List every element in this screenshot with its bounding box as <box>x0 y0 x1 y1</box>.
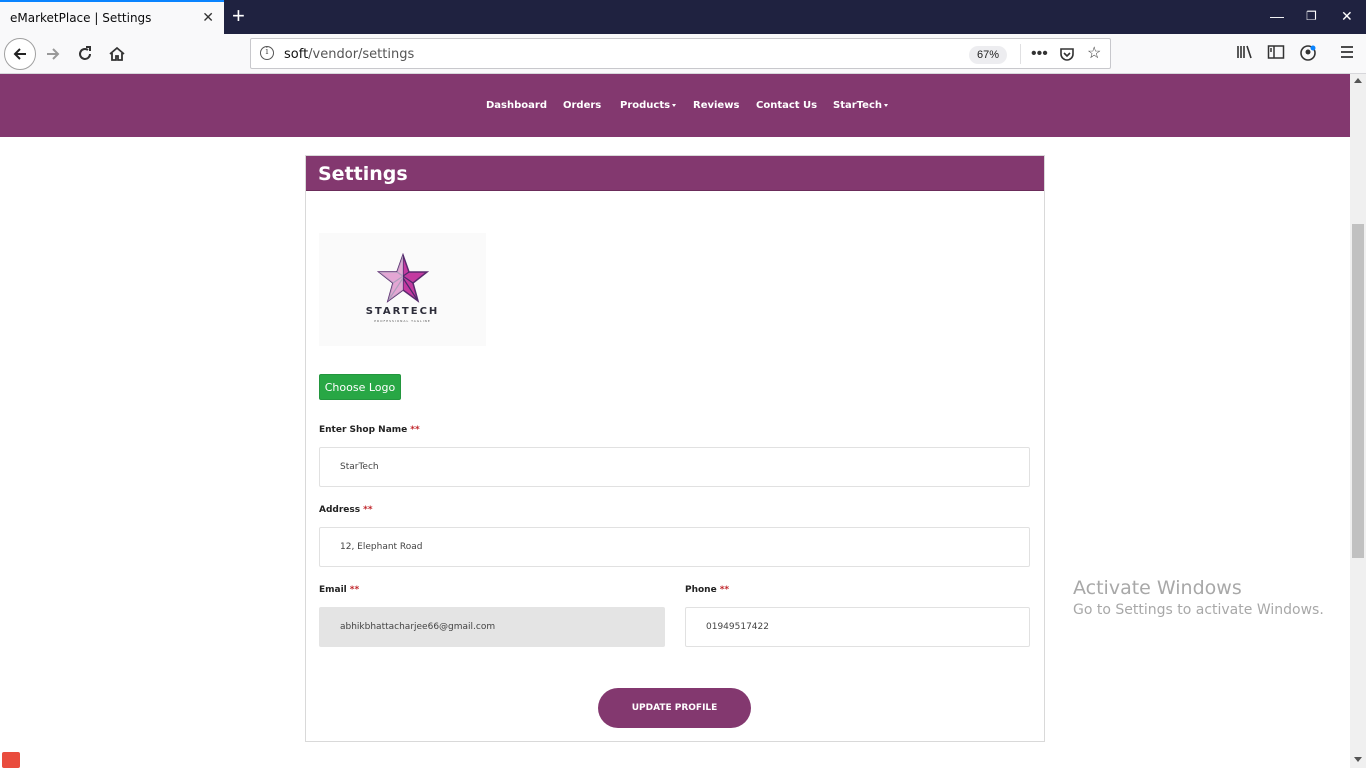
menu-icon[interactable] <box>1339 44 1355 65</box>
email-label-text: Email <box>319 585 347 595</box>
browser-toolbar: i soft/vendor/settings 67% ••• ☆ <box>0 34 1366 74</box>
caret-down-icon <box>883 103 888 107</box>
required-mark: ** <box>349 585 360 595</box>
nav-startech-label: StarTech <box>833 100 882 111</box>
shop-logo: STARTECH PROFESSIONAL TAGLINE <box>319 233 486 346</box>
activate-windows-title: Activate Windows <box>1073 577 1242 599</box>
shop-name-label: Enter Shop Name ** <box>319 425 420 435</box>
reload-icon[interactable] <box>71 40 99 68</box>
plus-icon[interactable]: + <box>232 4 245 28</box>
settings-card: Settings STARTECH PROFESSIONAL TAGLINE C… <box>305 155 1045 742</box>
scroll-down-icon[interactable] <box>1354 757 1362 762</box>
address-label: Address ** <box>319 505 373 515</box>
email-field <box>319 607 665 647</box>
url-path: /vendor/settings <box>308 47 415 62</box>
zoom-level[interactable]: 67% <box>969 46 1008 64</box>
logo-tagline: PROFESSIONAL TAGLINE <box>374 319 431 323</box>
email-label: Email ** <box>319 585 359 595</box>
info-icon[interactable]: i <box>260 46 274 60</box>
url-host: soft <box>284 47 309 62</box>
nav-products-label: Products <box>620 100 671 111</box>
caret-down-icon <box>672 103 677 107</box>
url-text[interactable]: soft/vendor/settings <box>284 47 414 62</box>
bookmark-star-icon[interactable]: ☆ <box>1087 44 1101 64</box>
sidebar-icon[interactable] <box>1267 44 1285 65</box>
update-profile-button[interactable]: UPDATE PROFILE <box>598 688 751 728</box>
scroll-up-icon[interactable] <box>1354 78 1362 83</box>
required-mark: ** <box>719 585 730 595</box>
nav-startech[interactable]: StarTech <box>833 100 888 111</box>
minimize-icon[interactable]: — <box>1270 8 1284 24</box>
address-input[interactable] <box>319 527 1030 567</box>
pocket-icon[interactable] <box>1059 44 1075 68</box>
page-content: Dashboard Orders Products Reviews Contac… <box>0 74 1350 768</box>
nav-reviews[interactable]: Reviews <box>693 100 739 111</box>
logo-text: STARTECH <box>365 306 440 317</box>
site-navbar: Dashboard Orders Products Reviews Contac… <box>0 74 1350 137</box>
choose-logo-button[interactable]: Choose Logo <box>319 374 401 400</box>
back-arrow-icon[interactable] <box>4 38 36 70</box>
library-icon[interactable] <box>1236 44 1254 65</box>
page-title: Settings <box>318 163 408 185</box>
close-icon[interactable]: ✕ <box>202 10 214 24</box>
more-icon[interactable]: ••• <box>1031 44 1048 64</box>
star-logo-icon <box>377 253 429 303</box>
phone-label-text: Phone <box>685 585 717 595</box>
settings-card-header: Settings <box>306 156 1044 191</box>
tab-title: eMarketPlace | Settings <box>10 11 152 25</box>
page-scrollbar[interactable] <box>1350 74 1366 768</box>
shop-name-label-text: Enter Shop Name <box>319 425 408 435</box>
nav-dashboard[interactable]: Dashboard <box>486 100 547 111</box>
restore-icon[interactable]: ❐ <box>1306 8 1317 24</box>
app-icon[interactable] <box>2 752 20 768</box>
forward-arrow-icon[interactable] <box>39 40 67 68</box>
required-mark: ** <box>363 505 373 515</box>
url-divider <box>1020 44 1021 64</box>
tab-bar: eMarketPlace | Settings ✕ + — ❐ ✕ <box>0 0 1366 34</box>
activate-windows-subtitle: Go to Settings to activate Windows. <box>1073 602 1324 618</box>
window-close-icon[interactable]: ✕ <box>1341 8 1353 24</box>
shop-name-input[interactable] <box>319 447 1030 487</box>
nav-orders[interactable]: Orders <box>563 100 601 111</box>
required-mark: ** <box>410 425 420 435</box>
phone-input[interactable] <box>685 607 1030 647</box>
phone-label: Phone ** <box>685 585 729 595</box>
url-bar[interactable]: i soft/vendor/settings 67% ••• ☆ <box>250 38 1111 69</box>
address-label-text: Address <box>319 505 361 515</box>
scroll-thumb[interactable] <box>1352 224 1364 558</box>
nav-contact-us[interactable]: Contact Us <box>756 100 817 111</box>
home-icon[interactable] <box>103 40 131 68</box>
nav-products[interactable]: Products <box>620 100 677 111</box>
account-icon[interactable] <box>1299 44 1317 67</box>
browser-tab[interactable]: eMarketPlace | Settings ✕ <box>0 0 224 34</box>
